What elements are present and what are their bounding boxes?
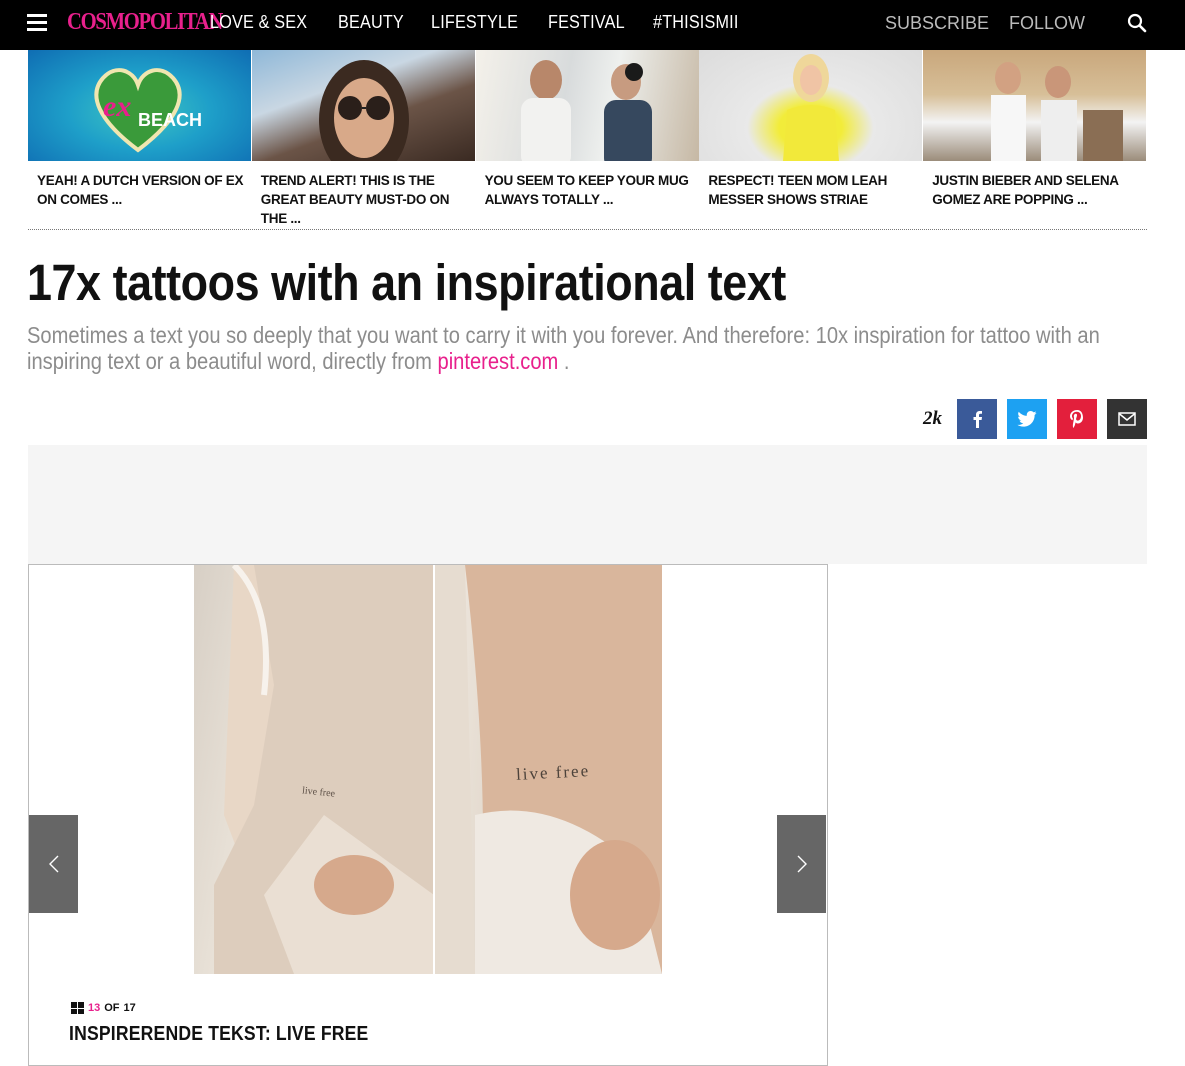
trending-card[interactable]: TREND ALERT! THIS IS THE GREAT BEAUTY MU… [251,50,476,226]
woman-yellow-dress-graphic [783,54,840,161]
strip-divider [28,229,1147,230]
nav-link-thisismii[interactable]: #THISISMII [653,12,739,33]
tattoo-text-right: live free [515,761,591,784]
nav-right: SUBSCRIBE FOLLOW [865,13,1085,34]
trending-image[interactable] [923,50,1147,161]
hamburger-menu-icon[interactable] [27,14,47,32]
intro-end: . [558,348,570,374]
nav-link-love-sex[interactable]: LOVE & SEX [210,12,307,33]
kitchen-couple-graphic [520,60,652,161]
trending-caption[interactable]: TREND ALERT! THIS IS THE GREAT BEAUTY MU… [252,161,476,228]
pinterest-share-button[interactable] [1057,399,1097,439]
slide-of-label: OF [104,1002,120,1014]
facebook-share-button[interactable] [957,399,997,439]
nav-links: LOVE & SEX BEAUTY LIFESTYLE FESTIVAL #TH… [210,12,768,33]
image-gallery: live free live free 13 OF 17 INSPIREREND… [28,564,828,1066]
ad-placeholder [28,445,1147,564]
top-nav: COSMOPOLITAN LOVE & SEX BEAUTY LIFESTYLE… [0,0,1185,50]
trending-image[interactable] [251,50,475,161]
photo-left-panel: live free [194,565,434,974]
next-slide-button[interactable] [777,815,826,913]
image-text-ex: ex [103,90,132,123]
chevron-right-icon [797,855,807,873]
trending-card[interactable]: RESPECT! TEEN MOM LEAH MESSER SHOWS STRI… [699,50,923,220]
facebook-icon [973,411,982,428]
intro-link[interactable]: pinterest.com [438,348,559,374]
slide-total: 17 [123,1002,136,1014]
email-icon [1118,412,1136,426]
couple-street-graphic [991,62,1124,161]
gallery-photo[interactable]: live free live free [194,565,662,974]
sunglasses-portrait-graphic [318,60,409,161]
trending-card[interactable]: ex BEACH YEAH! A DUTCH VERSION OF EX ON … [28,50,252,220]
nav-link-lifestyle[interactable]: LIFESTYLE [431,12,518,33]
slide-counter: 13 OF 17 [71,1002,136,1014]
twitter-share-button[interactable] [1007,399,1047,439]
share-bar: 2k [923,399,1147,439]
trending-card[interactable]: JUSTIN BIEBER AND SELENA GOMEZ ARE POPPI… [923,50,1147,220]
grid-view-icon[interactable] [71,1002,84,1014]
trending-caption[interactable]: RESPECT! TEEN MOM LEAH MESSER SHOWS STRI… [699,161,923,209]
slide-title: INSPIRERENDE TEKST: LIVE FREE [69,1023,369,1045]
trending-caption[interactable]: YEAH! A DUTCH VERSION OF EX ON COMES ... [28,161,252,209]
slide-current: 13 [88,1002,101,1014]
trending-strip: ex BEACH YEAH! A DUTCH VERSION OF EX ON … [28,50,1147,226]
trending-image[interactable] [699,50,923,161]
nav-link-beauty[interactable]: BEAUTY [338,12,404,33]
trending-image[interactable] [475,50,699,161]
site-logo[interactable]: COSMOPOLITAN [67,9,223,36]
email-share-button[interactable] [1107,399,1147,439]
chevron-left-icon [48,855,58,873]
trending-image[interactable]: ex BEACH [28,50,251,161]
nav-link-festival[interactable]: FESTIVAL [548,12,625,33]
pinterest-icon [1070,410,1083,428]
twitter-icon [1017,411,1037,427]
follow-link[interactable]: FOLLOW [1009,13,1085,34]
share-count: 2k [923,408,942,429]
woman-back-left-graphic [214,565,434,974]
article-intro: Sometimes a text you so deeply that you … [27,322,1147,374]
image-text-beach: BEACH [138,110,203,130]
trending-caption[interactable]: JUSTIN BIEBER AND SELENA GOMEZ ARE POPPI… [923,161,1147,209]
previous-slide-button[interactable] [29,815,78,913]
article-headline: 17x tattoos with an inspirational text [27,254,786,311]
subscribe-link[interactable]: SUBSCRIBE [885,13,989,34]
search-icon[interactable] [1127,13,1147,33]
trending-caption[interactable]: YOU SEEM TO KEEP YOUR MUG ALWAYS TOTALLY… [476,161,700,209]
trending-card[interactable]: YOU SEEM TO KEEP YOUR MUG ALWAYS TOTALLY… [475,50,700,220]
